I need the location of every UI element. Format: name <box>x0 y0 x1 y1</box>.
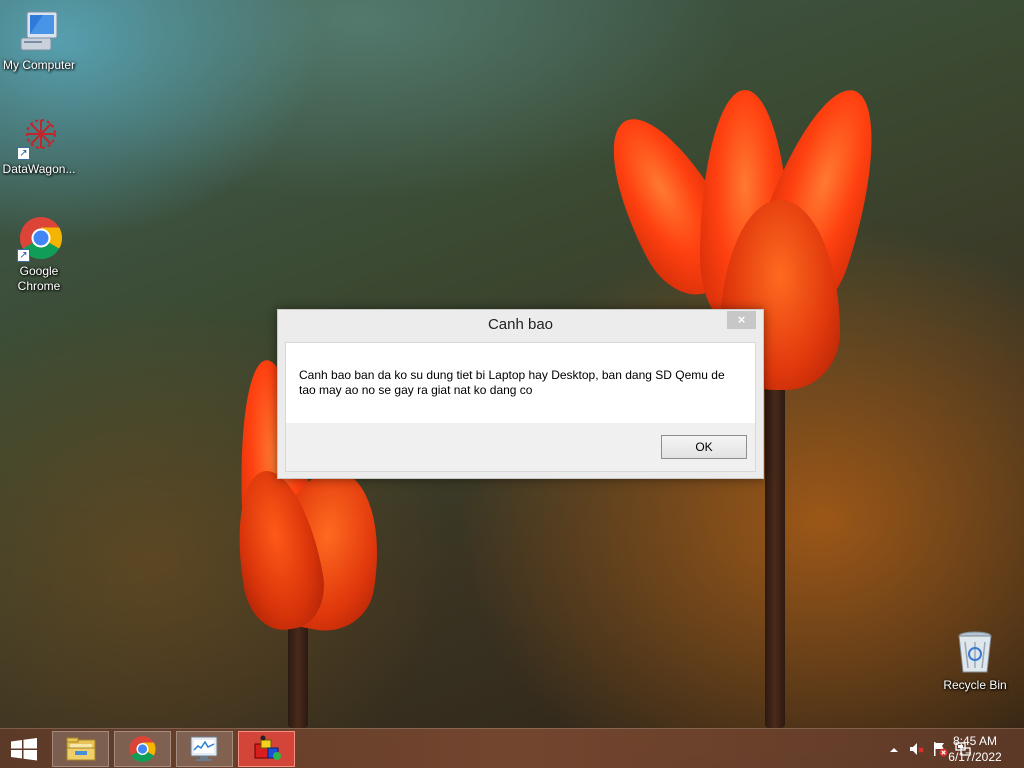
desktop-icon-label: Recycle Bin <box>943 678 1007 692</box>
desktop-icon-my-computer[interactable]: My Computer <box>0 8 78 73</box>
windows-logo-icon <box>11 738 37 761</box>
taskbar: 8:45 AM 6/17/2022 <box>0 728 1024 768</box>
app-cube-icon <box>254 735 281 760</box>
desktop-icon-recycle-bin[interactable]: Recycle Bin <box>936 628 1014 693</box>
taskbar-running-app[interactable] <box>238 731 295 767</box>
desktop-icon-label: Google Chrome <box>17 264 61 293</box>
system-tray: 8:45 AM 6/17/2022 <box>834 729 1024 768</box>
desktop-icon-label: My Computer <box>2 58 76 72</box>
desktop: My Computer ↗ DataWagon... ↗ Google Chro… <box>0 0 1024 768</box>
chrome-icon <box>129 736 156 763</box>
monitor-icon <box>190 736 218 761</box>
close-button[interactable]: × <box>727 311 756 329</box>
clock[interactable]: 8:45 AM 6/17/2022 <box>940 733 1010 765</box>
dialog-title: Canh bao <box>487 316 554 333</box>
speaker-muted-icon <box>910 743 924 755</box>
volume-button[interactable] <box>909 741 925 757</box>
taskbar-performance-monitor[interactable] <box>176 731 233 767</box>
shortcut-arrow-icon: ↗ <box>17 147 30 160</box>
datawagon-icon: ↗ <box>15 112 63 160</box>
close-icon: × <box>737 312 746 327</box>
desktop-icon-google-chrome[interactable]: ↗ Google Chrome <box>0 214 78 294</box>
chevron-up-icon <box>890 748 898 752</box>
chrome-icon: ↗ <box>15 214 63 262</box>
dialog-body: Canh bao ban da ko su dung tiet bi Lapto… <box>285 342 756 472</box>
taskbar-google-chrome[interactable] <box>114 731 171 767</box>
shortcut-arrow-icon: ↗ <box>17 249 30 262</box>
show-hidden-icons-button[interactable] <box>886 742 902 758</box>
recycle-bin-icon <box>951 628 999 676</box>
dialog-message: Canh bao ban da ko su dung tiet bi Lapto… <box>299 368 725 397</box>
dialog-message-area: Canh bao ban da ko su dung tiet bi Lapto… <box>286 343 755 423</box>
taskbar-file-explorer[interactable] <box>52 731 109 767</box>
computer-icon <box>15 8 63 56</box>
desktop-icon-label: DataWagon... <box>2 162 76 176</box>
clock-date: 6/17/2022 <box>948 750 1002 764</box>
clock-time: 8:45 AM <box>952 734 998 748</box>
alert-dialog: Canh bao × Canh bao ban da ko su dung ti… <box>277 309 764 479</box>
ok-button[interactable]: OK <box>661 435 747 459</box>
folder-icon <box>66 737 96 761</box>
start-button[interactable] <box>0 729 48 768</box>
desktop-icon-datawagon[interactable]: ↗ DataWagon... <box>0 112 78 177</box>
